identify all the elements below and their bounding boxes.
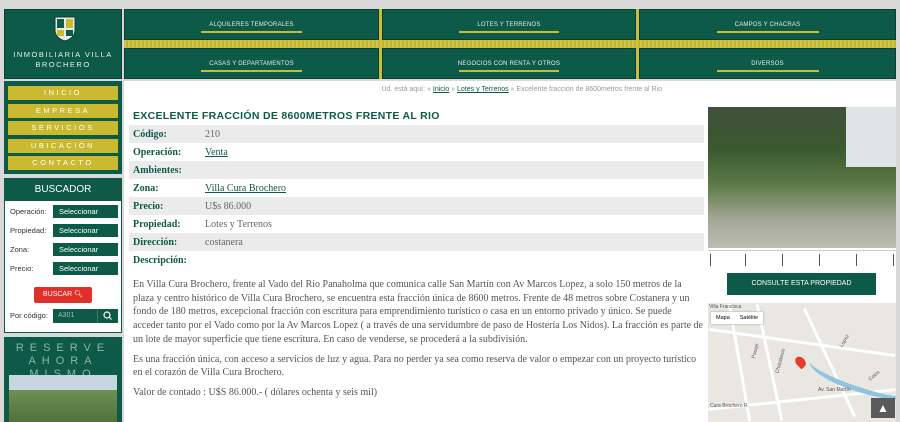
reserve-line1: RESERVE <box>15 342 111 354</box>
propiedad-label: Propiedad: <box>133 218 181 230</box>
codigo-value: 210 <box>205 128 220 140</box>
brand-name: INMOBILIARIA VILLA BROCHERO <box>13 50 113 69</box>
page-title: EXCELENTE FRACCIÓN DE 8600METROS FRENTE … <box>133 110 440 122</box>
operacion-label: Operación: <box>10 207 47 216</box>
search-icon: 🔍︎ <box>74 291 84 298</box>
menu-contacto[interactable]: CONTACTO <box>8 156 118 170</box>
nav-casas[interactable]: CASAS Y DEPARTAMENTOS <box>124 48 379 79</box>
nav-diversos[interactable]: DIVERSOS <box>639 48 896 79</box>
nav-negocios[interactable]: NEGOCIOS CON RENTA Y OTROS <box>382 48 636 79</box>
description-paragraph: En Villa Cura Brochero, frente al Vado d… <box>133 279 703 345</box>
top-nav: ALQUILERES TEMPORALES LOTES Y TERRENOS C… <box>124 9 896 79</box>
thumb-divider <box>782 254 783 266</box>
thumb-divider <box>893 254 894 266</box>
search-button-label: BUSCAR <box>42 291 73 298</box>
zona-label: Zona: <box>10 245 30 254</box>
breadcrumb-separator: » <box>427 86 431 93</box>
search-icon <box>103 311 112 320</box>
breadcrumb-current: Excelente fracción de 8600metros frente … <box>516 86 662 93</box>
map-label: Pasaje <box>750 342 761 360</box>
operacion-select[interactable]: Seleccionar <box>53 205 118 218</box>
ambientes-label: Ambientes: <box>133 164 182 176</box>
breadcrumb-separator: » <box>510 86 515 93</box>
map-marker-icon[interactable] <box>793 354 808 370</box>
description: En Villa Cura Brochero, frente al Vado d… <box>133 278 703 406</box>
precio-label: Precio: <box>10 264 34 273</box>
search-panel: BUSCADOR Operación: Seleccionar Propieda… <box>4 178 122 333</box>
detail-row: Código: 210 <box>129 125 704 143</box>
menu-servicios[interactable]: SERVICIOS <box>8 121 118 135</box>
description-paragraph: Valor de contado : U$S 86.000.- ( dólare… <box>133 386 378 398</box>
zona-link[interactable]: Villa Cura Brochero <box>205 183 286 194</box>
operacion-label: Operación: <box>133 146 182 158</box>
code-input[interactable]: A301 <box>53 309 97 323</box>
descripcion-label: Descripción: <box>133 254 187 266</box>
menu-inicio[interactable]: INICIO <box>8 86 118 100</box>
zona-label: Zona: <box>133 182 159 194</box>
zona-select[interactable]: Seleccionar <box>53 243 118 256</box>
detail-row: Zona: Villa Cura Brochero <box>129 179 704 197</box>
nav-stripe <box>124 41 896 47</box>
reserve-photo <box>9 375 117 422</box>
map-label: Lopez <box>838 333 851 349</box>
breadcrumb: Ud. está aquí: » Inicio » Lotes y Terren… <box>381 86 662 93</box>
thumb-divider <box>856 254 857 266</box>
menu-empresa[interactable]: EMPRESA <box>8 103 118 118</box>
operacion-link[interactable]: Venta <box>205 147 228 158</box>
map-label: Av. San Martín <box>818 387 851 393</box>
consult-button[interactable]: CONSULTE ESTA PROPIEDAD <box>727 273 876 295</box>
map-label: Chacabuco <box>774 348 787 374</box>
nav-lotes[interactable]: LOTES Y TERRENOS <box>382 9 636 40</box>
breadcrumb-prefix: Ud. está aquí: <box>381 86 426 93</box>
map-label: Villa Francisca <box>709 304 742 310</box>
propiedad-value: Lotes y Terrenos <box>205 218 272 230</box>
direccion-label: Dirección: <box>133 236 178 248</box>
menu-ubicacion[interactable]: UBICACIÓN <box>8 138 118 153</box>
detail-row: Operación: Venta <box>129 143 704 161</box>
thumb-divider <box>745 254 746 266</box>
property-photo[interactable] <box>708 107 896 248</box>
code-search-button[interactable] <box>97 309 118 323</box>
logo[interactable]: INMOBILIARIA VILLA BROCHERO <box>4 9 122 79</box>
photo-thumbnails[interactable] <box>708 250 896 267</box>
precio-value: U$s 86.000 <box>205 200 252 212</box>
crest-icon <box>54 16 76 42</box>
photo-sky <box>846 107 896 167</box>
thumb-divider <box>710 254 711 266</box>
side-menu: INICIO EMPRESA SERVICIOS UBICACIÓN CONTA… <box>4 81 122 174</box>
reserve-banner[interactable]: RESERVE AHORA MISMO <box>4 337 122 422</box>
description-paragraph: Es una fracción única, con acceso a serv… <box>133 353 697 379</box>
direccion-value: costanera <box>205 236 243 248</box>
search-button[interactable]: BUSCAR 🔍︎ <box>34 287 92 303</box>
map-type-tabs: Mapa Satélite <box>711 312 764 324</box>
search-title: BUSCADOR <box>5 179 121 201</box>
scroll-top-icon[interactable]: ▲ <box>871 398 895 418</box>
precio-select[interactable]: Seleccionar <box>53 262 118 275</box>
map-tab[interactable]: Mapa <box>711 312 735 324</box>
property-details: Código: 210 Operación: Venta Ambientes: Zo… <box>129 125 704 269</box>
propiedad-select[interactable]: Seleccionar <box>53 224 118 237</box>
breadcrumb-separator: » <box>451 86 456 93</box>
satellite-tab[interactable]: Satélite <box>735 312 763 324</box>
detail-row: Descripción: <box>129 251 704 269</box>
precio-label: Precio: <box>133 200 164 212</box>
thumb-divider <box>819 254 820 266</box>
codigo-label: Código: <box>133 128 167 140</box>
main-content: Ud. está aquí: » Inicio » Lotes y Terren… <box>124 81 896 422</box>
detail-row: Ambientes: <box>129 161 704 179</box>
detail-row: Precio: U$s 86.000 <box>129 197 704 215</box>
breadcrumb-home[interactable]: Inicio <box>433 86 449 93</box>
map-label: Cura Brochero R. <box>710 403 749 409</box>
detail-row: Dirección: costanera <box>129 233 704 251</box>
breadcrumb-category[interactable]: Lotes y Terrenos <box>457 86 509 93</box>
nav-campos[interactable]: CAMPOS Y CHACRAS <box>639 9 896 40</box>
propiedad-label: Propiedad: <box>10 226 47 235</box>
location-map[interactable]: Mapa Satélite Villa Francisca Cura Broch… <box>708 303 896 422</box>
detail-row: Propiedad: Lotes y Terrenos <box>129 215 704 233</box>
nav-alquileres[interactable]: ALQUILERES TEMPORALES <box>124 9 379 40</box>
code-label: Por código: <box>10 311 48 320</box>
